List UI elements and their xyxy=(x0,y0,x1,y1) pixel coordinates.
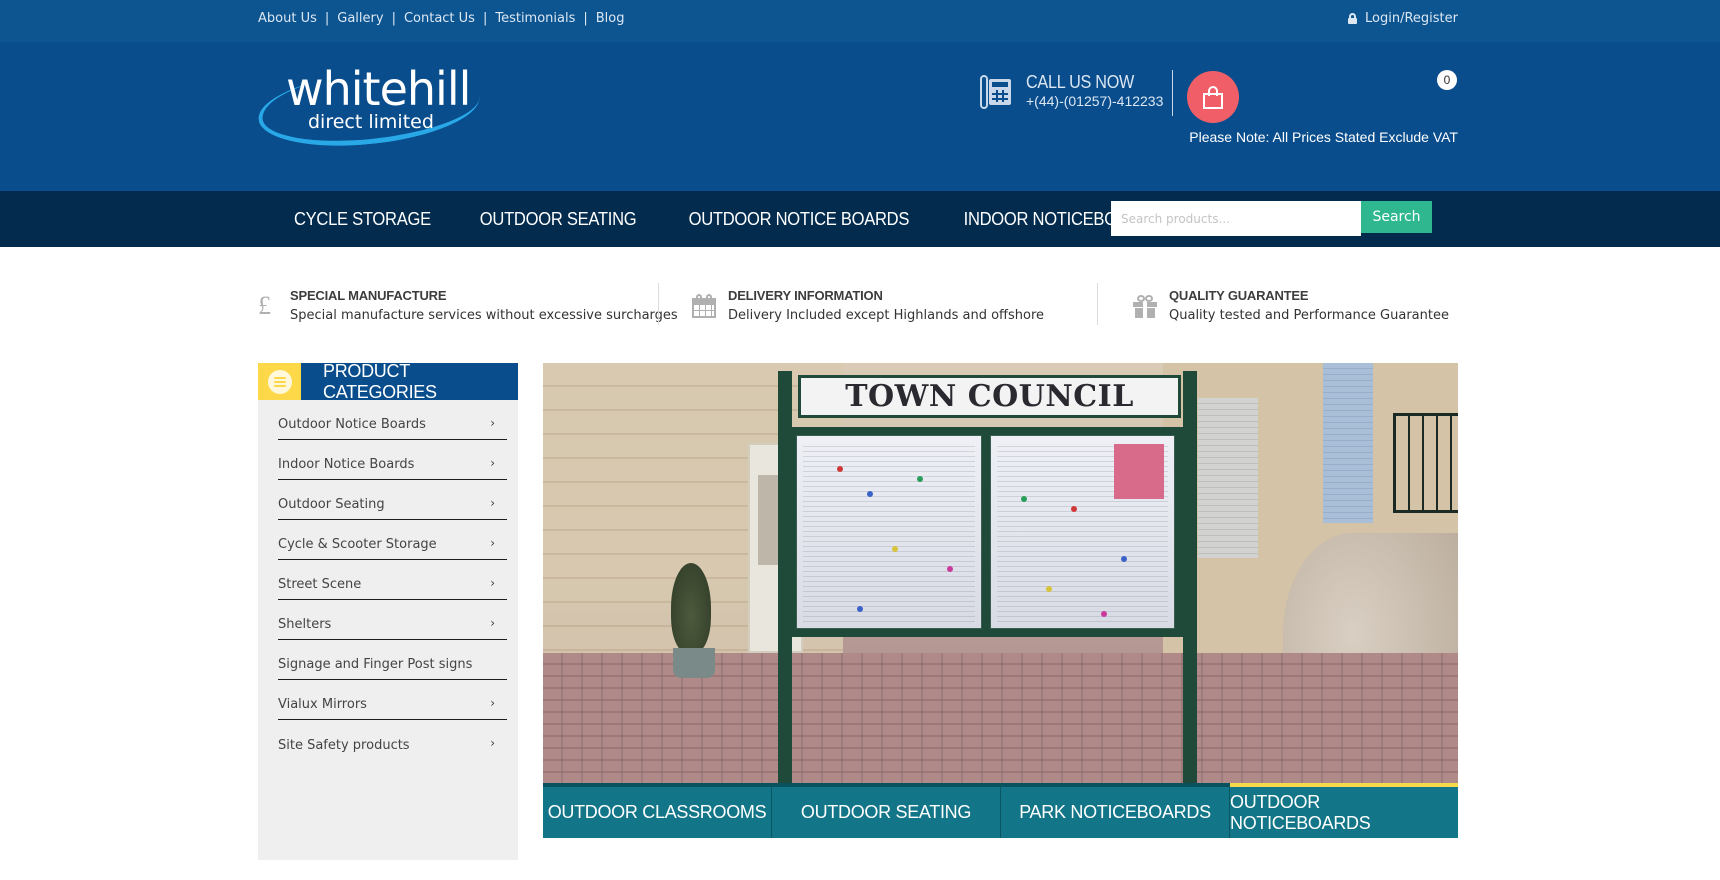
feature-divider xyxy=(1097,283,1098,325)
cart-button[interactable] xyxy=(1187,71,1239,123)
shopping-bag-icon xyxy=(1203,85,1223,109)
category-label: Signage and Finger Post signs xyxy=(278,657,473,672)
pound-icon: £ xyxy=(258,291,271,320)
feature-special-manufacture: £ SPECIAL MANUFACTURE Special manufactur… xyxy=(258,283,678,329)
top-links: About Us | Gallery | Contact Us | Testim… xyxy=(258,11,625,26)
feature-desc: Quality tested and Performance Guarantee xyxy=(1169,308,1449,323)
noticeboard-image xyxy=(788,427,1183,637)
town-council-sign: TOWN COUNCIL xyxy=(798,375,1181,418)
separator: | xyxy=(583,11,588,26)
separator: | xyxy=(324,11,330,26)
chevron-right-icon[interactable]: › xyxy=(490,536,495,550)
chevron-right-icon[interactable]: › xyxy=(490,456,495,470)
category-label: Street Scene xyxy=(278,577,362,592)
logo-wordmark: whitehill xyxy=(286,62,471,116)
category-indoor-notice-boards[interactable]: Indoor Notice Boards › xyxy=(278,440,507,480)
category-street-scene[interactable]: Street Scene › xyxy=(278,560,507,600)
search-button[interactable]: Search xyxy=(1361,201,1432,233)
chevron-right-icon[interactable]: › xyxy=(490,576,495,590)
login-register-link[interactable]: Login/Register xyxy=(1348,11,1458,26)
separator: | xyxy=(391,11,396,26)
nav-item-outdoor-notice-boards[interactable]: OUTDOOR NOTICE BOARDS xyxy=(689,209,910,230)
category-vialux-mirrors[interactable]: Vialux Mirrors › xyxy=(278,680,507,720)
telephone-icon xyxy=(980,73,1012,109)
category-label: Shelters xyxy=(278,617,332,632)
calendar-icon xyxy=(692,293,718,319)
logo-tagline: direct limited xyxy=(308,111,434,133)
main-nav: CYCLE STORAGE OUTDOOR SEATING OUTDOOR NO… xyxy=(0,191,1720,247)
category-shelters[interactable]: Shelters › xyxy=(278,600,507,640)
sign-text: TOWN COUNCIL xyxy=(845,379,1134,414)
feature-title: DELIVERY INFORMATION xyxy=(728,288,883,303)
chevron-right-icon[interactable]: › xyxy=(490,616,495,630)
category-cycle-scooter-storage[interactable]: Cycle & Scooter Storage › xyxy=(278,520,507,560)
category-label: Vialux Mirrors xyxy=(278,697,367,712)
chevron-right-icon[interactable]: › xyxy=(490,416,495,430)
top-link-blog[interactable]: Blog xyxy=(596,11,625,26)
menu-toggle[interactable] xyxy=(258,363,301,400)
category-outdoor-notice-boards[interactable]: Outdoor Notice Boards › xyxy=(278,400,507,440)
feature-divider xyxy=(658,283,659,325)
tab-outdoor-noticeboards[interactable]: OUTDOOR NOTICEBOARDS xyxy=(1230,783,1458,838)
gift-icon xyxy=(1133,293,1159,319)
plant-image xyxy=(671,563,711,653)
category-label: Outdoor Seating xyxy=(278,497,385,512)
chevron-right-icon[interactable]: › xyxy=(490,696,495,710)
tab-park-noticeboards[interactable]: PARK NOTICEBOARDS xyxy=(1001,783,1230,838)
feature-delivery-information: DELIVERY INFORMATION Delivery Included e… xyxy=(692,283,1044,329)
features-row: £ SPECIAL MANUFACTURE Special manufactur… xyxy=(258,283,1458,329)
site-header: whitehill direct limited CALL US NOW +(4… xyxy=(0,42,1720,191)
sidebar-header: PRODUCT CATEGORIES xyxy=(258,361,518,402)
login-register-label: Login/Register xyxy=(1365,11,1458,26)
top-link-gallery[interactable]: Gallery xyxy=(337,11,383,26)
search-input[interactable] xyxy=(1111,201,1361,236)
nav-item-outdoor-seating[interactable]: OUTDOOR SEATING xyxy=(480,209,637,230)
top-link-contact-us[interactable]: Contact Us xyxy=(404,11,475,26)
vat-note: Please Note: All Prices Stated Exclude V… xyxy=(1189,129,1458,145)
top-bar: About Us | Gallery | Contact Us | Testim… xyxy=(0,0,1720,42)
menu-icon xyxy=(267,369,292,394)
feature-desc: Special manufacture services without exc… xyxy=(290,308,678,323)
separator: | xyxy=(482,11,488,26)
header-divider xyxy=(1172,70,1173,116)
top-link-testimonials[interactable]: Testimonials xyxy=(495,11,575,26)
feature-quality-guarantee: QUALITY GUARANTEE Quality tested and Per… xyxy=(1133,283,1449,329)
chevron-right-icon[interactable]: › xyxy=(490,736,495,750)
hero-slider: TOWN COUNCIL OUTDOOR CLASSROOMS OUTDOOR xyxy=(543,363,1458,838)
hero-image-town-council-noticeboard[interactable]: TOWN COUNCIL xyxy=(543,363,1458,783)
tab-outdoor-seating[interactable]: OUTDOOR SEATING xyxy=(772,783,1001,838)
category-label: Site Safety products xyxy=(278,737,410,753)
category-list: Outdoor Notice Boards › Indoor Notice Boa… xyxy=(278,400,507,760)
sidebar-title: PRODUCT CATEGORIES xyxy=(301,361,518,402)
hero-tabs: OUTDOOR CLASSROOMS OUTDOOR SEATING PARK … xyxy=(543,783,1458,838)
phone-number[interactable]: +(44)-(01257)-412233 xyxy=(1026,92,1163,110)
feature-desc: Delivery Included except Highlands and o… xyxy=(728,308,1045,323)
nav-item-cycle-storage[interactable]: CYCLE STORAGE xyxy=(294,209,431,230)
product-categories-sidebar: PRODUCT CATEGORIES Outdoor Notice Boards… xyxy=(258,361,518,860)
call-us-title: CALL US NOW xyxy=(1026,72,1135,92)
top-link-about-us[interactable]: About Us xyxy=(258,11,317,26)
chevron-right-icon[interactable]: › xyxy=(490,496,495,510)
call-us-block: CALL US NOW +(44)-(01257)-412233 xyxy=(980,72,1163,110)
cart-count-badge: 0 xyxy=(1437,70,1457,90)
category-label: Outdoor Notice Boards xyxy=(278,417,426,432)
category-signage-finger-post[interactable]: Signage and Finger Post signs xyxy=(278,640,507,680)
category-site-safety-products[interactable]: Site Safety products › xyxy=(278,720,507,760)
logo[interactable]: whitehill direct limited xyxy=(254,60,484,156)
feature-title: SPECIAL MANUFACTURE xyxy=(290,288,447,303)
search-form: Search xyxy=(1111,201,1432,236)
tab-outdoor-classrooms[interactable]: OUTDOOR CLASSROOMS xyxy=(543,783,772,838)
category-label: Indoor Notice Boards xyxy=(278,457,415,472)
category-outdoor-seating[interactable]: Outdoor Seating › xyxy=(278,480,507,520)
lock-icon xyxy=(1348,13,1358,24)
category-label: Cycle & Scooter Storage xyxy=(278,537,437,552)
feature-title: QUALITY GUARANTEE xyxy=(1169,288,1309,303)
